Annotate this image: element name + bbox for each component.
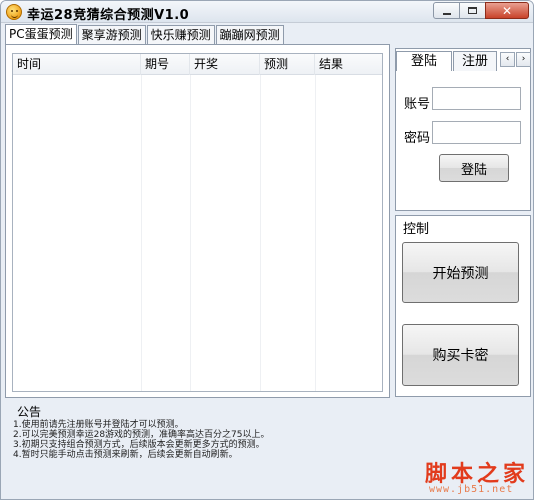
password-input[interactable] [432,121,521,144]
prediction-tab-panel: 时间 期号 开奖 预测 结果 [5,44,390,398]
app-smiley-icon [6,4,22,20]
prediction-grid[interactable]: 时间 期号 开奖 预测 结果 [12,53,383,392]
password-label: 密码 [404,131,431,146]
bulletin-text: 1.使用前请先注册账号并登陆才可以预测。 2.可以完美预测幸运28游戏的预测，准… [13,420,393,460]
grid-column-divider [141,75,142,391]
login-button[interactable]: 登陆 [439,154,509,182]
column-header-draw[interactable]: 开奖 [190,54,260,75]
title-bar[interactable]: 幸运28竞猜综合预测V1.0 ✕ [1,1,533,23]
main-tab-strip: PC蛋蛋预测 聚享游预测 快乐赚预测 蹦蹦网预测 [5,24,285,45]
account-label: 账号 [404,97,431,112]
buy-card-key-button[interactable]: 购买卡密 [402,324,519,386]
grid-header: 时间 期号 开奖 预测 结果 [13,54,382,75]
minimize-button[interactable] [433,2,460,19]
bulletin-line: 2.可以完美预测幸运28游戏的预测，准确率高达百分之75以上。 [13,430,270,440]
site-watermark: 脚本之家 www.jb51.net [421,456,531,498]
tab-scroll-right-icon[interactable]: › [516,52,531,67]
close-button[interactable]: ✕ [485,2,529,19]
tab-kuailezhuan[interactable]: 快乐赚预测 [146,25,215,44]
grid-column-divider [315,75,316,391]
tab-scroll-left-icon[interactable]: ‹ [500,52,515,67]
login-tab-strip: 登陆 注册 [396,51,498,71]
column-header-result[interactable]: 结果 [315,54,382,75]
tab-register[interactable]: 注册 [453,51,498,71]
column-header-issue[interactable]: 期号 [141,54,190,75]
bulletin-line: 1.使用前请先注册账号并登陆才可以预测。 [13,420,184,430]
window-controls: ✕ [433,2,529,19]
start-prediction-button[interactable]: 开始预测 [402,242,519,303]
main-window: 幸运28竞猜综合预测V1.0 ✕ PC蛋蛋预测 聚享游预测 快乐赚预测 蹦蹦网预… [0,0,534,500]
tab-juxiangyou[interactable]: 聚享游预测 [77,25,146,44]
grid-column-divider [190,75,191,391]
tab-login[interactable]: 登陆 [396,51,453,71]
grid-body [13,75,382,391]
watermark-url: www.jb51.net [429,484,514,495]
column-header-prediction[interactable]: 预测 [260,54,315,75]
column-header-time[interactable]: 时间 [13,54,141,75]
bulletin-heading: 公告 [17,405,42,419]
maximize-button[interactable] [459,2,486,19]
tab-scroll-buttons: ‹ › [500,52,532,67]
bulletin-line: 3.初期只支持组合预测方式，后续版本会更新更多方式的预测。 [13,440,265,450]
maximize-icon [468,7,477,14]
minimize-icon [442,12,451,15]
window-title: 幸运28竞猜综合预测V1.0 [27,8,190,23]
bulletin-line: 4.暂时只能手动点击预测来刷新，后续会更新自动刷新。 [13,450,238,460]
account-input[interactable] [432,87,521,110]
control-heading: 控制 [403,222,430,237]
grid-column-divider [260,75,261,391]
tab-pc-dandan[interactable]: PC蛋蛋预测 [5,24,77,45]
close-icon: ✕ [501,3,513,18]
tab-bengbeng[interactable]: 蹦蹦网预测 [215,25,284,44]
